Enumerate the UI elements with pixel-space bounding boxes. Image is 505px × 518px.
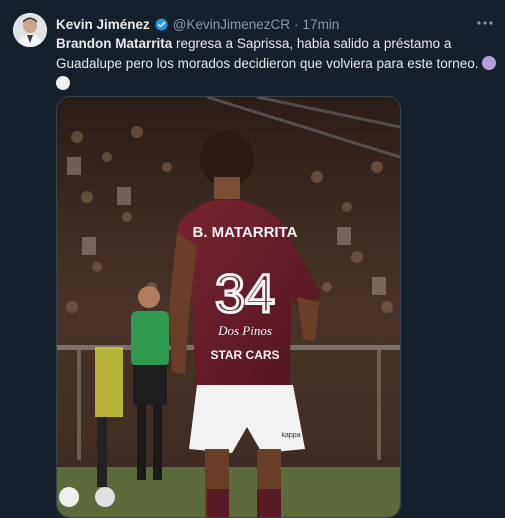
tweet[interactable]: Kevin Jiménez @KevinJimenezCR · 17min Br… <box>0 0 505 518</box>
author-name[interactable]: Kevin Jiménez <box>56 17 150 32</box>
jersey-name: B. MATARRITA <box>193 224 298 241</box>
separator-dot: · <box>294 16 299 32</box>
author-handle[interactable]: @KevinJimenezCR <box>173 17 290 32</box>
photo-scene: B. MATARRITA 34 Dos Pinos STAR CARS kapp… <box>57 97 400 517</box>
white-circle-emoji <box>56 76 70 90</box>
tweet-text: Brandon Matarrita regresa a Saprissa, ha… <box>56 34 496 94</box>
mentioned-player: Brandon Matarrita <box>56 36 173 51</box>
jersey-number: 34 <box>215 264 275 324</box>
more-options-icon[interactable] <box>475 13 495 33</box>
sponsor-dos-pinos: Dos Pinos <box>217 323 272 338</box>
timestamp[interactable]: 17min <box>303 17 340 32</box>
avatar[interactable] <box>13 13 47 47</box>
sponsor-star-cars: STAR CARS <box>210 348 279 362</box>
kit-brand: kappa <box>281 432 300 439</box>
purple-circle-emoji <box>481 56 496 70</box>
tweet-header: Kevin Jiménez @KevinJimenezCR · 17min <box>56 15 495 33</box>
tweet-photo[interactable]: B. MATARRITA 34 Dos Pinos STAR CARS kapp… <box>56 96 401 518</box>
verified-badge-icon <box>154 17 169 32</box>
